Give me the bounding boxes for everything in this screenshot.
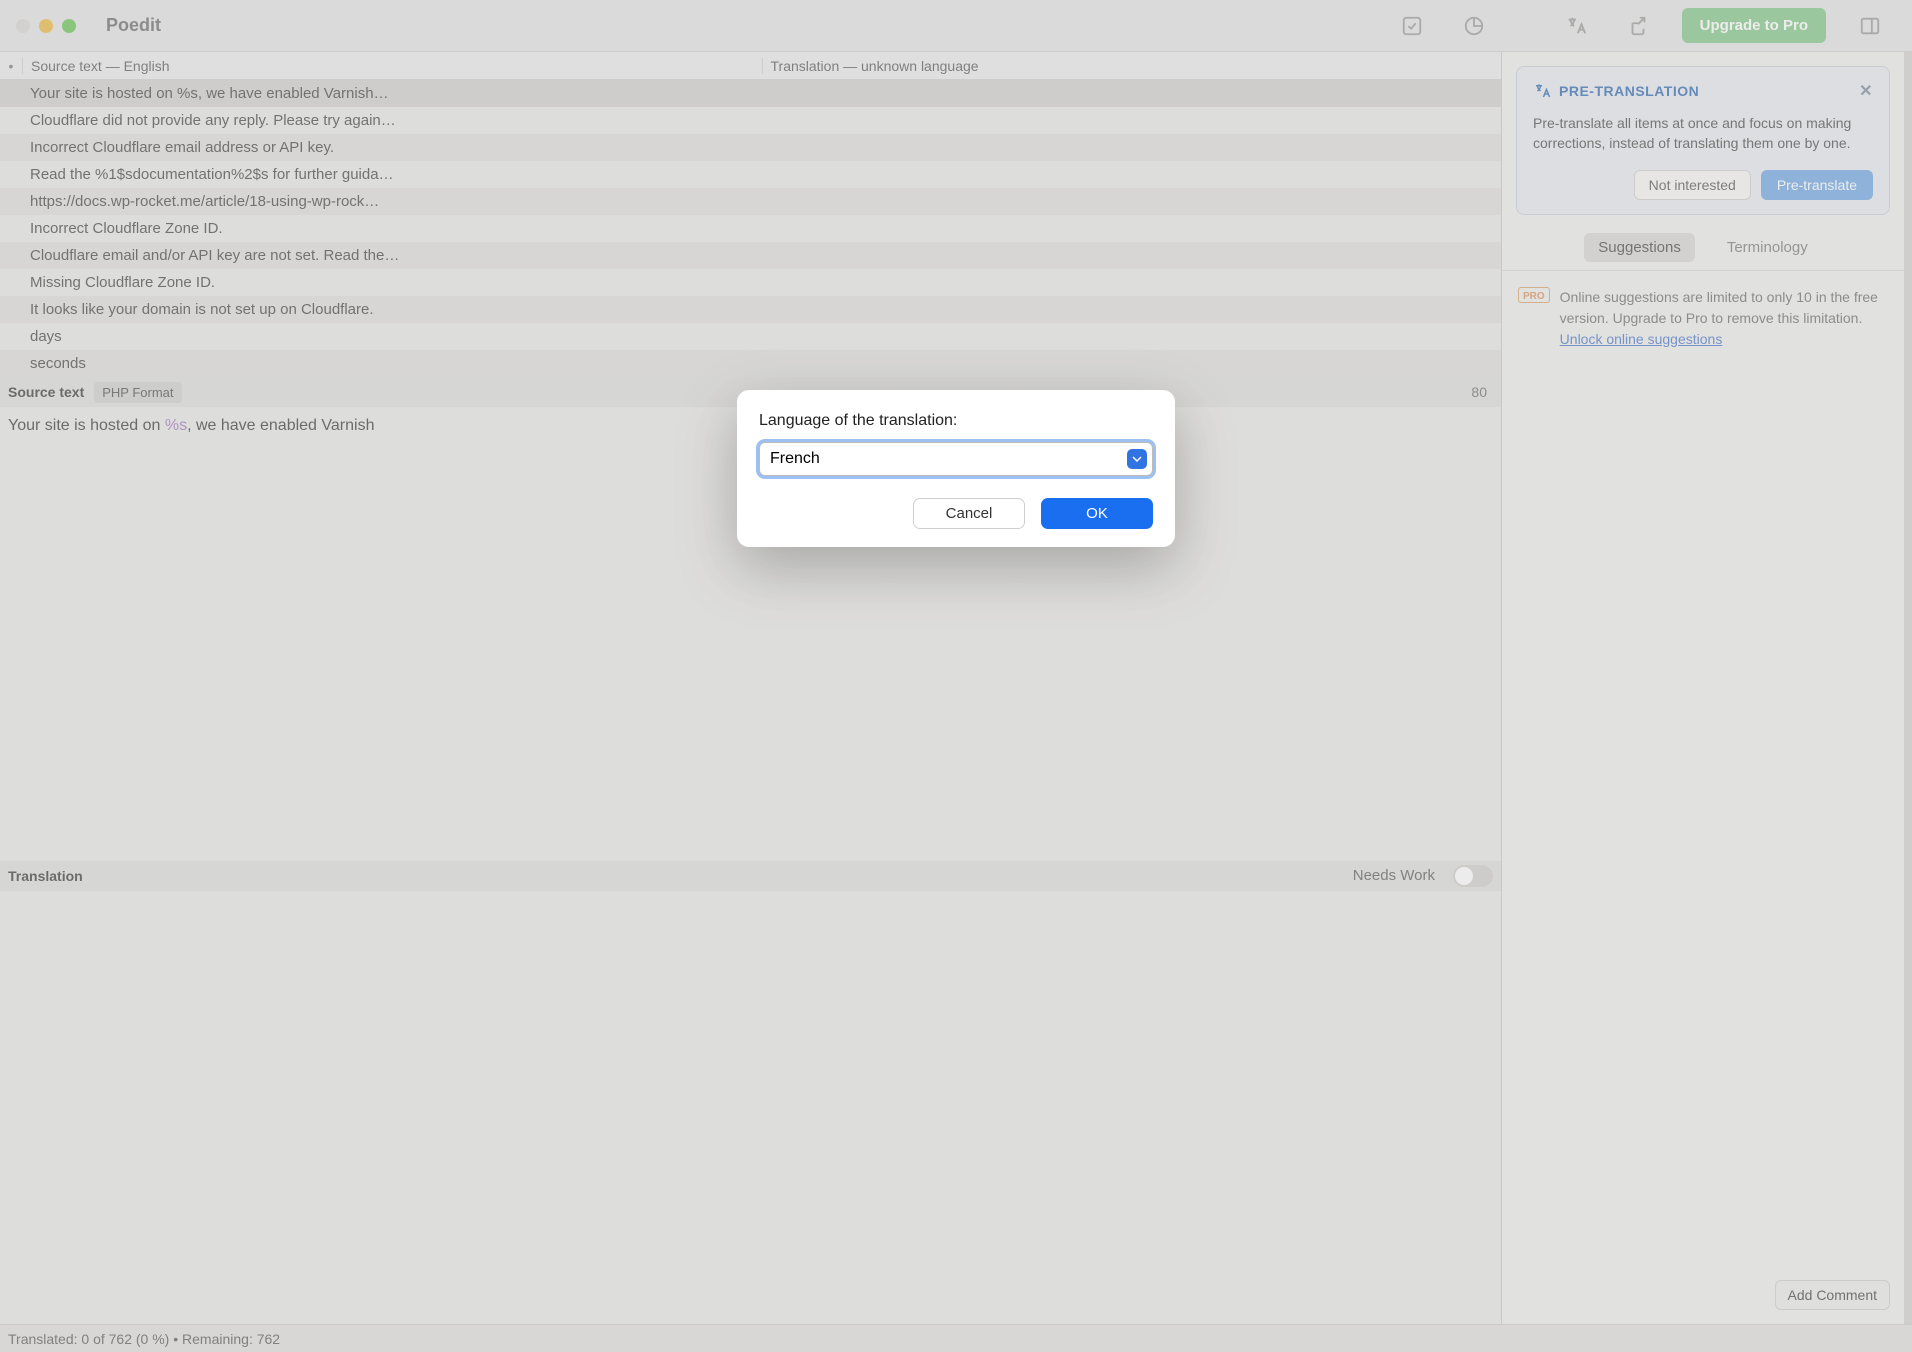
modal-overlay: Language of the translation: Cancel OK — [0, 0, 1912, 1352]
cancel-button[interactable]: Cancel — [913, 498, 1025, 529]
language-dialog: Language of the translation: Cancel OK — [737, 390, 1175, 547]
ok-button[interactable]: OK — [1041, 498, 1153, 529]
language-input[interactable] — [759, 442, 1153, 476]
chevron-down-icon[interactable] — [1127, 449, 1147, 469]
dialog-label: Language of the translation: — [759, 412, 1153, 430]
language-combobox[interactable] — [759, 442, 1153, 476]
